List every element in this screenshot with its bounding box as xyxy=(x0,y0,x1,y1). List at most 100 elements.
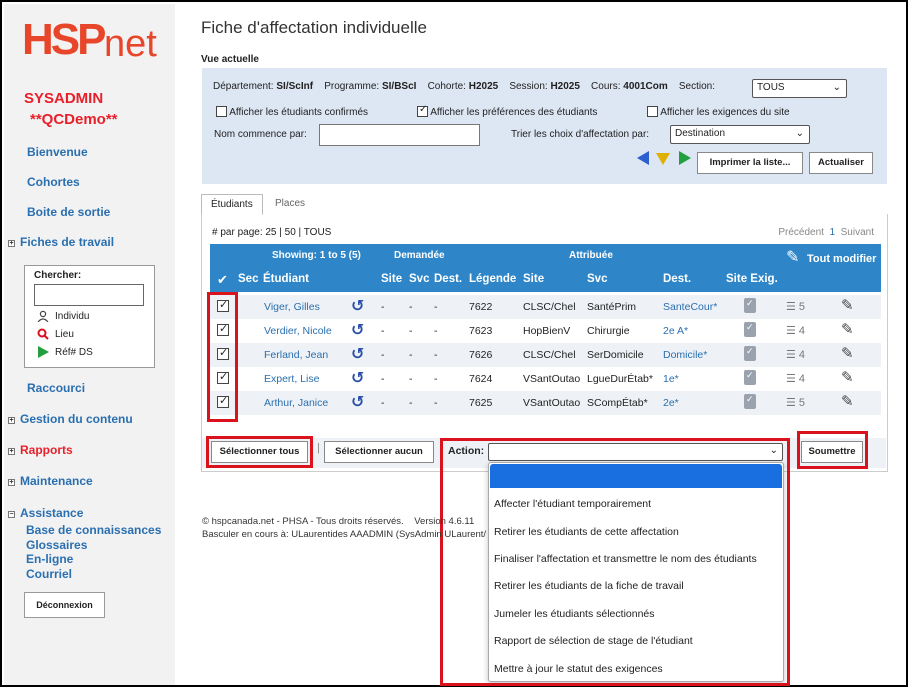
nav-gestion-contenu[interactable]: + Gestion du contenu xyxy=(8,412,133,426)
hspnet-logo[interactable]: HSP net xyxy=(22,18,162,65)
history-icon[interactable]: ↺ xyxy=(351,344,364,364)
prev-link[interactable]: Précédent xyxy=(778,227,824,238)
tab-etudiants[interactable]: Étudiants xyxy=(201,194,263,215)
checkbox[interactable] xyxy=(647,106,658,117)
arrow-left-icon[interactable] xyxy=(637,151,649,165)
nav-maintenance[interactable]: + Maintenance xyxy=(8,474,93,488)
dest-demandee: - xyxy=(434,373,438,385)
col-svc-demandee: Svc xyxy=(409,273,430,285)
select-none-button[interactable]: Sélectionner aucun xyxy=(324,441,434,463)
svc-demandee: - xyxy=(409,373,413,385)
list-icon[interactable]: ☰ 5 xyxy=(786,300,805,313)
edit-all-link[interactable]: Tout modifier xyxy=(807,253,876,265)
pencil-icon[interactable]: ✎ xyxy=(786,247,799,267)
current-page[interactable]: 1 xyxy=(830,227,836,238)
search-label: Chercher: xyxy=(34,270,82,281)
checkbox-column-highlight xyxy=(207,292,238,422)
page-title: Fiche d'affectation individuelle xyxy=(201,18,427,37)
history-icon[interactable]: ↺ xyxy=(351,368,364,388)
student-name-link[interactable]: Verdier, Nicole xyxy=(264,325,332,337)
sidebar: HSP net SYSADMIN **QCDemo** Bienvenue Co… xyxy=(4,4,175,685)
chk-preferences-label: Afficher les préférences des étudiants xyxy=(430,107,598,118)
pencil-icon[interactable]: ✎ xyxy=(841,296,854,314)
site-demandee: - xyxy=(381,325,385,337)
check-all-icon[interactable]: ✔ xyxy=(217,272,228,288)
svc-demandee: - xyxy=(409,301,413,313)
checkbox[interactable] xyxy=(216,106,227,117)
per-page-selector[interactable]: # par page: 25 | 50 | TOUS xyxy=(212,227,331,238)
arrow-down-icon[interactable] xyxy=(656,153,670,165)
pencil-icon[interactable]: ✎ xyxy=(841,392,854,410)
play-icon xyxy=(38,346,49,358)
requirements-count: 4 xyxy=(798,349,806,361)
nav-base-connaissances[interactable]: Base de connaissances xyxy=(26,523,161,538)
pencil-icon[interactable]: ✎ xyxy=(841,320,854,338)
nav-courriel[interactable]: Courriel xyxy=(26,567,161,582)
nav-bienvenue[interactable]: Bienvenue xyxy=(27,145,88,159)
search-option-ref[interactable]: Réf# DS xyxy=(37,346,93,358)
search-input[interactable] xyxy=(34,284,144,306)
arrow-right-icon[interactable] xyxy=(679,151,691,165)
chevron-down-icon: ⌄ xyxy=(832,82,841,93)
nav-fiches-label: Fiches de travail xyxy=(20,235,115,249)
requirements-count: 4 xyxy=(798,373,806,385)
student-name-link[interactable]: Ferland, Jean xyxy=(264,349,328,361)
clipboard-check-icon[interactable] xyxy=(744,322,756,337)
checkbox[interactable] xyxy=(417,104,428,117)
clipboard-check-icon[interactable] xyxy=(744,370,756,385)
svc-attribuee: Chirurgie xyxy=(587,325,630,337)
chk-preferences[interactable]: Afficher les préférences des étudiants xyxy=(417,104,598,118)
history-icon[interactable]: ↺ xyxy=(351,392,364,412)
nav-raccourci[interactable]: Raccourci xyxy=(27,381,85,395)
section-value: TOUS xyxy=(757,82,785,93)
clipboard-check-icon[interactable] xyxy=(744,346,756,361)
attribuee-header: Attribuée xyxy=(569,250,613,261)
clipboard-check-icon[interactable] xyxy=(744,298,756,313)
dest-demandee: - xyxy=(434,397,438,409)
list-icon[interactable]: ☰ 4 xyxy=(786,372,805,385)
name-filter-input[interactable] xyxy=(319,124,480,146)
print-list-button[interactable]: Imprimer la liste... xyxy=(697,152,803,174)
list-icon[interactable]: ☰ 4 xyxy=(786,348,805,361)
student-name-link[interactable]: Viger, Gilles xyxy=(264,301,320,313)
next-link[interactable]: Suivant xyxy=(841,227,874,238)
dest-attribuee-link[interactable]: 2e* xyxy=(663,397,679,409)
svc-demandee: - xyxy=(409,397,413,409)
copyright: © hspcanada.net - PHSA - Tous droits rés… xyxy=(202,516,404,527)
nav-en-ligne[interactable]: En-ligne xyxy=(26,552,161,567)
pencil-icon[interactable]: ✎ xyxy=(841,344,854,362)
legende-value: 7625 xyxy=(469,397,493,409)
legende-value: 7623 xyxy=(469,325,493,337)
history-icon[interactable]: ↺ xyxy=(351,296,364,316)
logout-button[interactable]: Déconnexion xyxy=(24,592,105,618)
dest-attribuee-link[interactable]: 1e* xyxy=(663,373,679,385)
student-name-link[interactable]: Expert, Lise xyxy=(264,373,319,385)
search-option-lieu[interactable]: Lieu xyxy=(37,328,74,340)
pencil-icon[interactable]: ✎ xyxy=(841,368,854,386)
nav-rapports[interactable]: + Rapports xyxy=(8,443,73,457)
site-attribuee: CLSC/Chel xyxy=(523,349,576,361)
refresh-button[interactable]: Actualiser xyxy=(809,152,873,174)
list-icon[interactable]: ☰ 5 xyxy=(786,396,805,409)
col-legende: Légende xyxy=(469,273,517,285)
list-icon[interactable]: ☰ 4 xyxy=(786,324,805,337)
chk-confirmes[interactable]: Afficher les étudiants confirmés xyxy=(216,106,368,118)
nav-cohortes[interactable]: Cohortes xyxy=(27,175,80,189)
student-name-link[interactable]: Arthur, Janice xyxy=(264,397,328,409)
dest-attribuee-link[interactable]: 2e A* xyxy=(663,325,688,337)
nav-fiches-travail[interactable]: + Fiches de travail xyxy=(8,235,114,249)
chk-exigences[interactable]: Afficher les exigences du site xyxy=(647,106,790,118)
dest-attribuee-link[interactable]: Domicile* xyxy=(663,349,707,361)
nav-glossaires[interactable]: Glossaires xyxy=(26,538,161,553)
nav-assistance[interactable]: − Assistance xyxy=(8,506,83,520)
search-option-individu[interactable]: Individu xyxy=(37,310,89,322)
col-etudiant[interactable]: Étudiant xyxy=(263,273,309,285)
section-select[interactable]: TOUS ⌄ xyxy=(752,79,847,98)
dest-attribuee-link[interactable]: SanteCour* xyxy=(663,301,717,313)
table-row: Expert, Lise ↺ - - - 7624 VSantOutao Lgu… xyxy=(210,367,881,391)
history-icon[interactable]: ↺ xyxy=(351,320,364,340)
nav-boite-sortie[interactable]: Boite de sortie xyxy=(27,205,110,219)
clipboard-check-icon[interactable] xyxy=(744,394,756,409)
sort-select[interactable]: Destination ⌄ xyxy=(670,125,810,144)
tab-places[interactable]: Places xyxy=(266,194,314,215)
